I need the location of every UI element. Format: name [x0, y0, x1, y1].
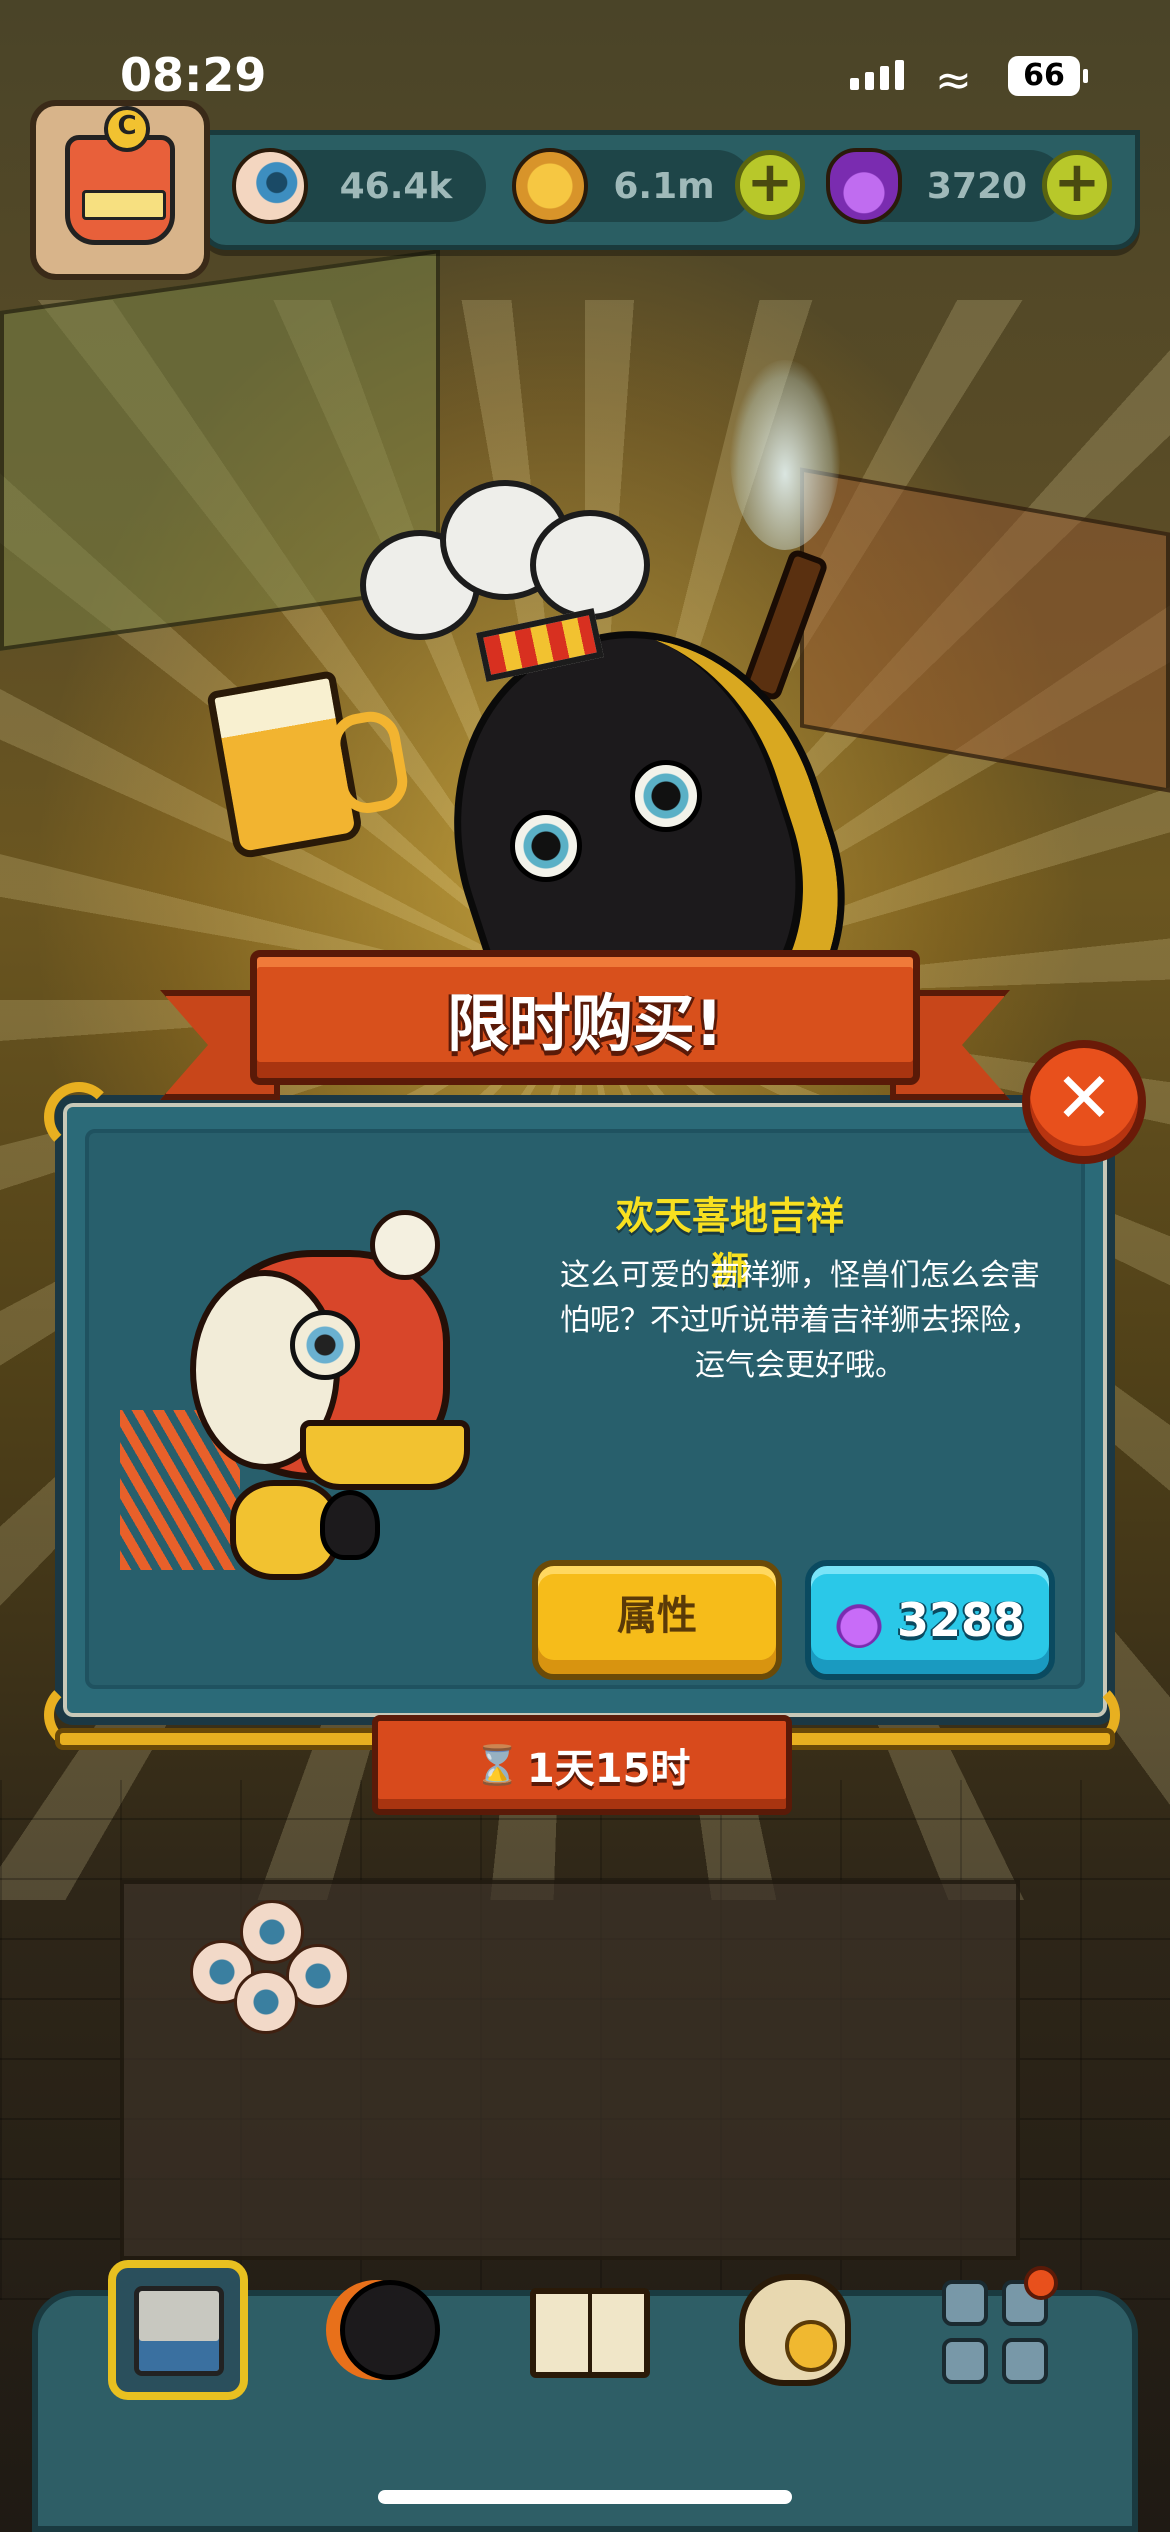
eyeball-icon — [232, 148, 308, 224]
building-icon — [134, 2286, 224, 2376]
item-description-line: 运气会更好哦。 — [695, 1348, 905, 1383]
close-icon: ✕ — [1054, 1057, 1114, 1139]
coin-icon — [785, 2320, 837, 2372]
nav-book-button[interactable] — [520, 2260, 660, 2400]
potion-icon — [834, 1592, 883, 1648]
book-icon — [530, 2288, 650, 2378]
panel-corner-ornament — [44, 1082, 114, 1152]
attributes-button[interactable]: 属性 — [532, 1560, 782, 1680]
wifi-icon: ≈ — [935, 55, 972, 106]
status-time: 08:29 — [120, 48, 267, 102]
nav-more-button[interactable] — [928, 2260, 1068, 2400]
nav-home-button[interactable] — [108, 2260, 248, 2400]
notification-badge-icon — [1024, 2266, 1058, 2300]
lion-dance-item-image — [120, 1210, 500, 1610]
cellular-signal-icon — [850, 60, 904, 90]
grid-square-icon — [942, 2280, 988, 2326]
eyeball-pile — [190, 1900, 360, 2040]
nav-monsters-button[interactable] — [320, 2260, 460, 2400]
mini-monster — [320, 1490, 380, 1560]
chef-monster-character — [206, 360, 970, 1117]
monster-icon — [340, 2280, 440, 2380]
lion-jaw — [300, 1420, 470, 1490]
hourglass-icon: ⌛ — [473, 1742, 521, 1787]
beer-mug-icon — [206, 670, 364, 860]
avatar-icon — [65, 106, 175, 245]
battery-icon: 66 — [1008, 56, 1088, 96]
item-description: 这么可爱的吉祥狮，怪兽们怎么会害 怕呢？不过听说带着吉祥狮去探险， 运气会更好哦… — [530, 1253, 1070, 1388]
banner-ribbon: 限时购买! — [250, 950, 920, 1085]
buy-button[interactable]: 3288 — [805, 1560, 1055, 1680]
cigar — [740, 547, 830, 703]
grid-square-icon — [1002, 2338, 1048, 2384]
lion-pompom — [370, 1210, 440, 1280]
offer-banner: 限时购买! — [160, 950, 1010, 1110]
buy-price: 3288 — [896, 1593, 1026, 1647]
cigar-smoke — [730, 360, 840, 550]
offer-timer: ⌛ 1天15时 — [372, 1715, 792, 1815]
potion-icon — [826, 148, 902, 224]
player-avatar[interactable] — [30, 100, 210, 280]
monster-eye — [630, 760, 702, 832]
nav-shop-button[interactable] — [725, 2260, 865, 2400]
grid-square-icon — [942, 2338, 988, 2384]
item-description-line: 这么可爱的吉祥狮，怪兽们怎么会害 — [560, 1258, 1040, 1293]
offer-title: 限时购买! — [446, 986, 724, 1060]
add-coins-button[interactable]: + — [735, 150, 805, 220]
home-indicator[interactable] — [378, 2490, 792, 2504]
add-potions-button[interactable]: + — [1042, 150, 1112, 220]
chef-hat-icon — [350, 470, 650, 640]
item-description-line: 怕呢？不过听说带着吉祥狮去探险， — [560, 1303, 1040, 1338]
monster-eye — [510, 810, 582, 882]
close-button[interactable]: ✕ — [1022, 1040, 1146, 1164]
lion-eye — [290, 1310, 360, 1380]
coin-icon — [512, 148, 588, 224]
timer-text: 1天15时 — [526, 1746, 691, 1792]
